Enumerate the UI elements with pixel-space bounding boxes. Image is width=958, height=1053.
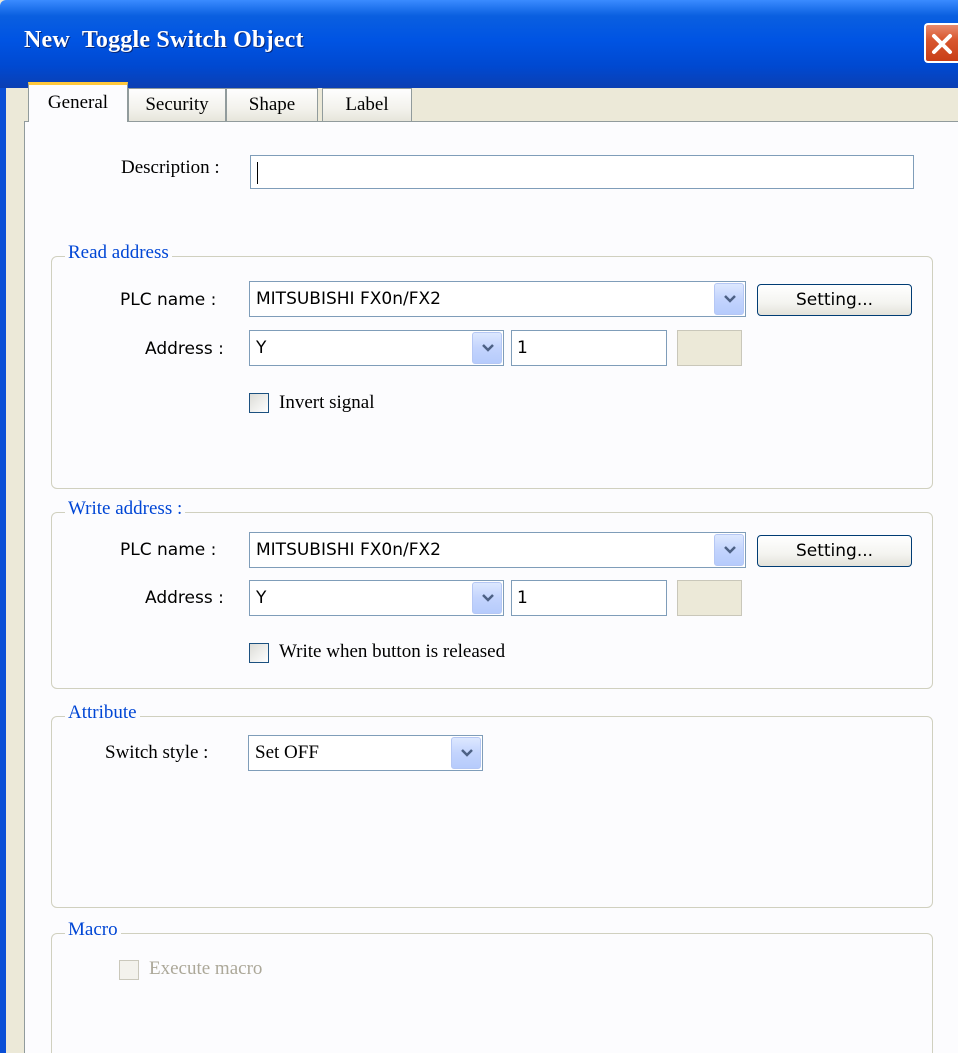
read-address-input[interactable]: 1	[511, 330, 667, 366]
read-plc-name-label: PLC name :	[120, 290, 217, 310]
write-address-extra-field	[677, 580, 742, 616]
chevron-down-icon	[724, 546, 736, 554]
write-plc-name-label: PLC name :	[120, 540, 217, 560]
read-device-value: Y	[256, 338, 267, 358]
description-input[interactable]	[250, 155, 914, 189]
write-device-dropdown-button[interactable]	[472, 582, 502, 614]
write-plc-dropdown-button[interactable]	[714, 534, 744, 566]
switch-style-select[interactable]: Set OFF	[248, 735, 483, 771]
read-address-title: Read address	[65, 242, 172, 264]
execute-macro-label: Execute macro	[149, 958, 263, 979]
macro-group	[51, 933, 933, 1053]
chevron-down-icon	[461, 749, 473, 757]
close-button[interactable]	[924, 23, 958, 63]
window-border-left	[0, 88, 6, 1053]
chevron-down-icon	[482, 594, 494, 602]
read-plc-select[interactable]: MITSUBISHI FX0n/FX2	[249, 281, 746, 317]
read-address-value: 1	[517, 338, 528, 358]
window-title: New Toggle Switch Object	[24, 27, 304, 53]
tab-panel-general: Description : Read address PLC name : MI…	[24, 121, 958, 1053]
write-plc-select[interactable]: MITSUBISHI FX0n/FX2	[249, 532, 746, 568]
text-caret	[257, 162, 258, 184]
read-address-extra-field	[677, 330, 742, 366]
write-on-release-label[interactable]: Write when button is released	[279, 641, 505, 663]
tab-security[interactable]: Security	[128, 88, 226, 122]
description-label: Description :	[121, 157, 220, 178]
write-address-label: Address :	[145, 588, 224, 608]
dialog-body: General Security Shape Label Description…	[0, 82, 958, 1053]
write-plc-value: MITSUBISHI FX0n/FX2	[256, 540, 441, 560]
write-device-select[interactable]: Y	[249, 580, 504, 616]
chevron-down-icon	[724, 295, 736, 303]
write-address-value: 1	[517, 588, 528, 608]
read-device-dropdown-button[interactable]	[472, 332, 502, 364]
macro-title: Macro	[65, 919, 121, 941]
chevron-down-icon	[482, 344, 494, 352]
switch-style-dropdown-button[interactable]	[451, 737, 481, 769]
read-plc-dropdown-button[interactable]	[714, 283, 744, 315]
switch-style-value: Set OFF	[255, 742, 319, 763]
execute-macro-checkbox	[119, 960, 139, 980]
write-on-release-checkbox[interactable]	[249, 643, 269, 663]
switch-style-label: Switch style :	[105, 742, 209, 763]
tab-strip: General Security Shape Label	[24, 82, 424, 122]
read-setting-button[interactable]: Setting...	[757, 284, 912, 316]
tab-shape[interactable]: Shape	[226, 88, 318, 122]
invert-signal-label[interactable]: Invert signal	[279, 392, 375, 414]
read-device-select[interactable]: Y	[249, 330, 504, 366]
write-address-title: Write address :	[65, 498, 186, 520]
title-bar[interactable]: New Toggle Switch Object	[0, 0, 958, 88]
write-device-value: Y	[256, 588, 267, 608]
tab-label[interactable]: Label	[322, 88, 412, 122]
write-address-input[interactable]: 1	[511, 580, 667, 616]
read-address-label: Address :	[145, 339, 224, 359]
write-setting-button[interactable]: Setting...	[757, 535, 912, 567]
invert-signal-checkbox[interactable]	[249, 393, 269, 413]
read-plc-value: MITSUBISHI FX0n/FX2	[256, 289, 441, 309]
tab-general[interactable]: General	[28, 82, 128, 122]
dialog-window: New Toggle Switch Object General Securit…	[0, 0, 958, 1053]
close-icon	[932, 34, 952, 54]
attribute-title: Attribute	[65, 702, 140, 724]
